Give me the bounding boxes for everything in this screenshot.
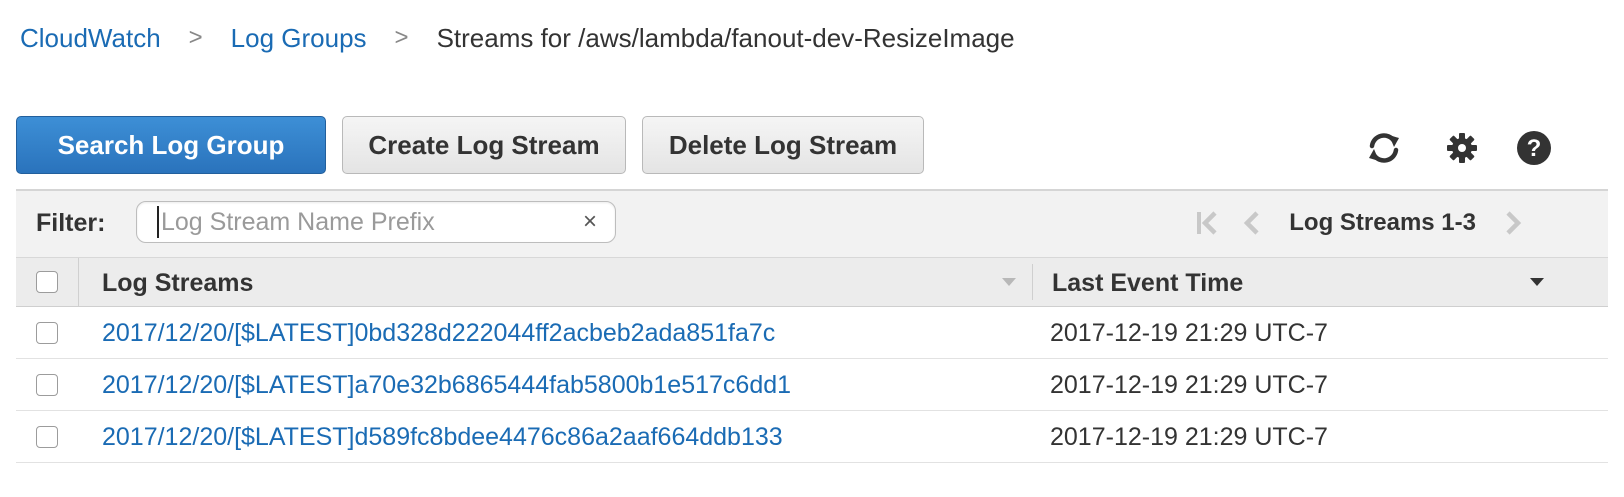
next-page-icon[interactable] (1498, 208, 1528, 238)
breadcrumb-log-groups-link[interactable]: Log Groups (231, 23, 367, 54)
pagination-range: Log Streams 1-3 (1289, 209, 1476, 236)
svg-text:?: ? (1527, 135, 1542, 162)
filter-box: × (136, 201, 616, 243)
table-row: 2017/12/20/[$LATEST]a70e32b6865444fab580… (16, 359, 1608, 411)
column-divider (1032, 264, 1033, 300)
breadcrumb-separator: > (394, 24, 409, 51)
log-stream-link[interactable]: 2017/12/20/[$LATEST]0bd328d222044ff2acbe… (102, 319, 775, 348)
last-event-time: 2017-12-19 21:29 UTC-7 (1050, 423, 1328, 451)
row-checkbox[interactable] (36, 322, 58, 344)
breadcrumb-separator: > (188, 24, 203, 51)
log-stream-prefix-input[interactable] (157, 206, 561, 238)
filter-bar: Filter: × Log Streams 1-3 (16, 191, 1608, 257)
pagination: Log Streams 1-3 (1193, 208, 1528, 238)
breadcrumb-cloudwatch-link[interactable]: CloudWatch (20, 23, 161, 54)
delete-log-stream-button[interactable]: Delete Log Stream (642, 116, 924, 174)
column-header-log-streams[interactable]: Log Streams (102, 269, 253, 298)
select-all-cell (16, 258, 79, 306)
search-log-group-button[interactable]: Search Log Group (16, 116, 326, 174)
row-checkbox[interactable] (36, 426, 58, 448)
sort-log-streams-icon[interactable] (1002, 278, 1016, 286)
sort-last-event-time-icon[interactable] (1530, 278, 1544, 286)
log-streams-panel: Filter: × Log Streams 1-3 (16, 189, 1608, 476)
breadcrumb-current-page: Streams for /aws/lambda/fanout-dev-Resiz… (436, 22, 1015, 53)
table-row: 2017/12/20/[$LATEST]0bd328d222044ff2acbe… (16, 307, 1608, 359)
create-log-stream-button[interactable]: Create Log Stream (342, 116, 626, 174)
table-row: 2017/12/20/[$LATEST]d589fc8bdee4476c86a2… (16, 411, 1608, 463)
row-checkbox[interactable] (36, 374, 58, 396)
select-all-checkbox[interactable] (36, 271, 58, 293)
filter-label: Filter: (36, 209, 106, 237)
log-stream-link[interactable]: 2017/12/20/[$LATEST]a70e32b6865444fab580… (102, 371, 791, 400)
first-page-icon[interactable] (1193, 208, 1223, 238)
breadcrumb: CloudWatch > Log Groups > Streams for /a… (20, 19, 1015, 57)
log-stream-link[interactable]: 2017/12/20/[$LATEST]d589fc8bdee4476c86a2… (102, 423, 783, 452)
last-event-time: 2017-12-19 21:29 UTC-7 (1050, 319, 1328, 347)
previous-page-icon[interactable] (1237, 208, 1267, 238)
column-header-last-event-time[interactable]: Last Event Time (1052, 269, 1243, 298)
refresh-icon[interactable] (1364, 128, 1404, 168)
gear-icon[interactable] (1442, 128, 1482, 168)
toolbar: Search Log Group Create Log Stream Delet… (16, 116, 924, 174)
help-icon[interactable]: ? (1514, 128, 1554, 168)
clear-filter-icon[interactable]: × (583, 208, 597, 236)
table-header: Log Streams Last Event Time (16, 257, 1608, 307)
last-event-time: 2017-12-19 21:29 UTC-7 (1050, 371, 1328, 399)
cloudwatch-log-streams-page: CloudWatch > Log Groups > Streams for /a… (0, 0, 1624, 497)
